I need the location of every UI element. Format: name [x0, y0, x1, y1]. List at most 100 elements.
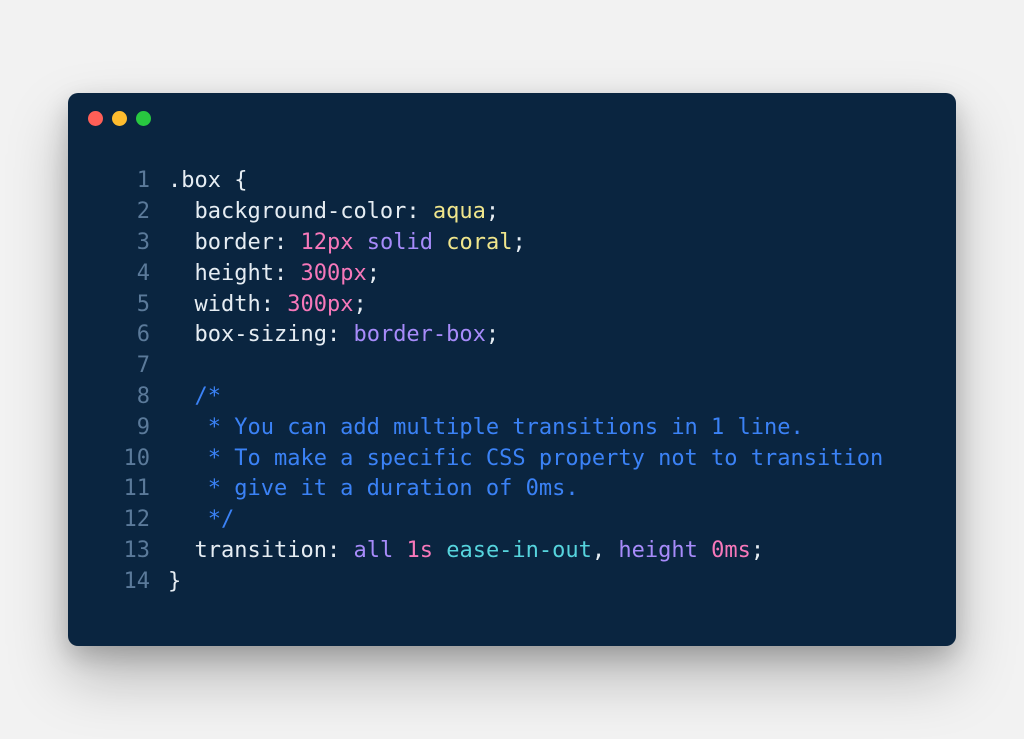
code-token: ;: [353, 292, 366, 317]
code-token: border: [195, 230, 274, 255]
code-content: */: [168, 505, 234, 536]
line-number: 9: [108, 413, 150, 444]
line-number: 4: [108, 259, 150, 290]
code-content: height: 300px;: [168, 259, 380, 290]
code-token: px: [327, 230, 354, 255]
code-token: ,: [592, 538, 619, 563]
code-content: border: 12px solid coral;: [168, 228, 526, 259]
code-token: :: [406, 199, 433, 224]
code-content: /*: [168, 382, 221, 413]
code-token: transition: [195, 538, 327, 563]
line-number: 5: [108, 290, 150, 321]
line-number: 8: [108, 382, 150, 413]
code-editor[interactable]: 1.box {2 background-color: aqua;3 border…: [68, 126, 956, 645]
code-token: coral: [446, 230, 512, 255]
line-number: 10: [108, 444, 150, 475]
code-token: [168, 199, 195, 224]
code-token: :: [274, 230, 301, 255]
minimize-icon[interactable]: [112, 111, 127, 126]
code-line: 6 box-sizing: border-box;: [108, 320, 916, 351]
window-titlebar: [68, 93, 956, 126]
line-number: 14: [108, 567, 150, 598]
code-line: 13 transition: all 1s ease-in-out, heigh…: [108, 536, 916, 567]
code-token: 12: [300, 230, 327, 255]
code-window: 1.box {2 background-color: aqua;3 border…: [68, 93, 956, 645]
code-content: * You can add multiple transitions in 1 …: [168, 413, 804, 444]
code-line: 7: [108, 351, 916, 382]
code-token: ms: [724, 538, 751, 563]
line-number: 11: [108, 474, 150, 505]
code-line: 14}: [108, 567, 916, 598]
code-line: 5 width: 300px;: [108, 290, 916, 321]
code-token: * You can add multiple transitions in 1 …: [168, 415, 804, 440]
code-token: 300: [300, 261, 340, 286]
code-line: 1 .box {: [108, 166, 916, 197]
code-token: * To make a specific CSS property not to…: [168, 446, 883, 471]
code-token: :: [261, 292, 288, 317]
code-token: ;: [751, 538, 764, 563]
code-token: */: [168, 507, 234, 532]
code-token: :: [327, 322, 354, 347]
code-token: border-box: [353, 322, 485, 347]
code-token: :: [274, 261, 301, 286]
code-token: ;: [486, 199, 499, 224]
code-token: aqua: [433, 199, 486, 224]
code-token: [168, 384, 195, 409]
line-number: 6: [108, 320, 150, 351]
code-token: [353, 230, 366, 255]
code-token: background-color: [195, 199, 407, 224]
code-token: ;: [486, 322, 499, 347]
code-content: }: [168, 567, 181, 598]
code-token: {: [221, 168, 248, 193]
line-number: 12: [108, 505, 150, 536]
maximize-icon[interactable]: [136, 111, 151, 126]
code-token: [168, 292, 195, 317]
code-token: ;: [512, 230, 525, 255]
code-token: ;: [367, 261, 380, 286]
code-token: ease-in-out: [446, 538, 592, 563]
code-token: height: [618, 538, 697, 563]
code-line: 12 */: [108, 505, 916, 536]
code-content: * To make a specific CSS property not to…: [168, 444, 883, 475]
code-line: 11 * give it a duration of 0ms.: [108, 474, 916, 505]
code-line: 10 * To make a specific CSS property not…: [108, 444, 916, 475]
code-token: [168, 230, 195, 255]
line-number: 2: [108, 197, 150, 228]
code-token: [168, 322, 195, 347]
code-token: solid: [367, 230, 433, 255]
code-line: 9 * You can add multiple transitions in …: [108, 413, 916, 444]
close-icon[interactable]: [88, 111, 103, 126]
code-content: transition: all 1s ease-in-out, height 0…: [168, 536, 764, 567]
code-token: px: [340, 261, 367, 286]
code-token: box-sizing: [195, 322, 327, 347]
code-token: * give it a duration of 0ms.: [168, 476, 579, 501]
code-token: .box: [168, 168, 221, 193]
code-token: 1: [406, 538, 419, 563]
line-number: 3: [108, 228, 150, 259]
code-token: [168, 261, 195, 286]
code-content: .box {: [168, 166, 247, 197]
code-line: 3 border: 12px solid coral;: [108, 228, 916, 259]
code-token: [393, 538, 406, 563]
code-token: width: [195, 292, 261, 317]
code-token: :: [327, 538, 354, 563]
line-number: 13: [108, 536, 150, 567]
code-content: box-sizing: border-box;: [168, 320, 499, 351]
code-token: [698, 538, 711, 563]
code-token: 300: [287, 292, 327, 317]
code-content: * give it a duration of 0ms.: [168, 474, 579, 505]
code-token: [433, 230, 446, 255]
code-line: 4 height: 300px;: [108, 259, 916, 290]
code-content: width: 300px;: [168, 290, 367, 321]
code-token: [168, 538, 195, 563]
code-token: }: [168, 569, 181, 594]
code-token: all: [353, 538, 393, 563]
code-token: /*: [195, 384, 222, 409]
code-token: s: [420, 538, 433, 563]
code-token: [433, 538, 446, 563]
code-line: 2 background-color: aqua;: [108, 197, 916, 228]
code-token: 0: [711, 538, 724, 563]
line-number: 7: [108, 351, 150, 382]
line-number: 1: [108, 166, 150, 197]
code-token: height: [195, 261, 274, 286]
